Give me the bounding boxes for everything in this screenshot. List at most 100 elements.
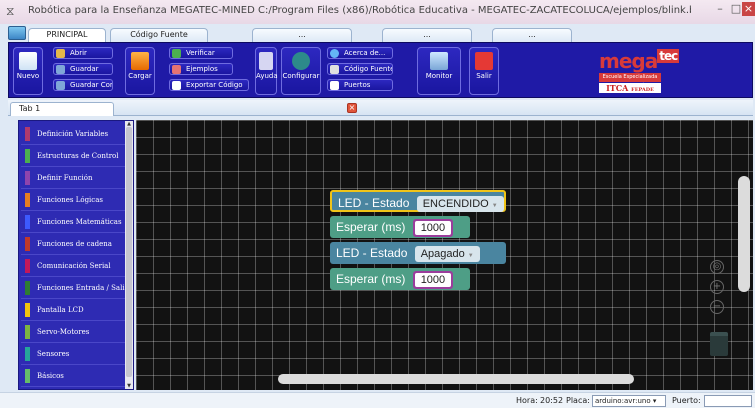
- led-state-dropdown[interactable]: ENCENDIDO ▼: [416, 196, 504, 212]
- block-workspace[interactable]: LED - Estado ENCENDIDO ▼ Esperar (ms) 100…: [136, 120, 753, 390]
- led-state-block[interactable]: LED - Estado Apagado ▼: [330, 242, 506, 264]
- verificar-label: Verificar: [186, 49, 215, 57]
- app-icon[interactable]: ⧖: [6, 4, 20, 18]
- abrir-label: Abrir: [70, 49, 87, 57]
- category-color-swatch: [25, 347, 30, 361]
- sidebar-scroll-thumb[interactable]: [126, 127, 132, 377]
- number-block[interactable]: 1000: [412, 218, 454, 237]
- open-folder-icon: [56, 49, 65, 58]
- minimize-icon[interactable]: –: [712, 2, 728, 16]
- led-state-dropdown[interactable]: Apagado ▼: [414, 246, 480, 262]
- megatec-logo: megatec Escuela Especializada en Ingenie…: [599, 49, 689, 93]
- puerto-label: Puerto:: [672, 396, 701, 405]
- puerto-input[interactable]: [704, 395, 752, 407]
- wait-block-label: Esperar (ms): [336, 272, 406, 286]
- logo-subtitle: Escuela Especializada en Ingeniería: [599, 73, 661, 89]
- chevron-down-icon: ▼: [467, 253, 474, 259]
- category-sensores[interactable]: Sensores: [21, 343, 125, 365]
- configurar-label: Configurar: [282, 72, 320, 80]
- category-comunicacion-serial[interactable]: Comunicación Serial: [21, 255, 125, 277]
- monitor-button[interactable]: Monitor: [417, 47, 461, 95]
- category-color-swatch: [25, 237, 30, 251]
- category-servo-motores[interactable]: Servo-Motores: [21, 321, 125, 343]
- logo-itca: ITCA FEPADE: [599, 83, 661, 93]
- ejemplos-button[interactable]: Ejemplos: [169, 63, 233, 75]
- code-icon: [330, 65, 339, 74]
- guardar-como-label: Guardar Como: [70, 81, 112, 89]
- ribbon-panel: Nuevo Abrir Guardar Guardar Como Cargar …: [8, 42, 753, 98]
- wait-block[interactable]: Esperar (ms) 1000: [330, 216, 470, 238]
- hora-label: Hora:: [516, 396, 538, 405]
- ayuda-label: Ayuda: [256, 72, 278, 80]
- close-icon[interactable]: ×: [742, 2, 755, 16]
- wait-ms-value[interactable]: 1000: [414, 220, 452, 235]
- info-icon: [330, 49, 339, 58]
- tab-principal[interactable]: PRINCIPAL: [28, 28, 106, 42]
- acerca-button[interactable]: Acerca de...: [327, 47, 393, 59]
- cargar-button[interactable]: Cargar: [125, 47, 155, 95]
- category-entrada-salida[interactable]: Funciones Entrada / Salida: [21, 277, 125, 299]
- export-icon: [172, 81, 181, 90]
- document-tabs: Tab 1 ×: [8, 100, 753, 116]
- codigo-fuente-label: Código Fuente: [344, 65, 393, 73]
- puertos-label: Puertos: [344, 81, 371, 89]
- category-basicos[interactable]: Básicos: [21, 365, 125, 387]
- block-categories: Definición Variables Estructuras de Cont…: [18, 120, 134, 390]
- acerca-label: Acerca de...: [344, 49, 386, 57]
- save-icon: [56, 65, 65, 74]
- guardar-como-button[interactable]: Guardar Como: [53, 79, 113, 91]
- gear-icon: [292, 52, 310, 70]
- led-block-label: LED - Estado: [338, 196, 410, 210]
- category-funciones-cadena[interactable]: Funciones de cadena: [21, 233, 125, 255]
- ayuda-button[interactable]: Ayuda: [255, 47, 278, 95]
- zoom-out-icon[interactable]: −: [710, 300, 724, 314]
- category-funciones-matematicas[interactable]: Funciones Matemáticas: [21, 211, 125, 233]
- category-color-swatch: [25, 171, 30, 185]
- sidebar-scrollbar[interactable]: ▲ ▼: [125, 121, 133, 389]
- nuevo-button[interactable]: Nuevo: [13, 47, 43, 95]
- zoom-in-icon[interactable]: +: [710, 280, 724, 294]
- codigo-fuente-button[interactable]: Código Fuente: [327, 63, 393, 75]
- category-color-swatch: [25, 127, 30, 141]
- led-state-block[interactable]: LED - Estado ENCENDIDO ▼: [330, 190, 506, 212]
- tab-placeholder-3[interactable]: ...: [492, 28, 572, 42]
- logo-mega: mega tec: [599, 49, 680, 73]
- puertos-button[interactable]: Puertos: [327, 79, 393, 91]
- tab-codigo-fuente[interactable]: Código Fuente: [110, 28, 208, 42]
- check-icon: [172, 49, 181, 58]
- tab-placeholder-1[interactable]: ...: [252, 28, 352, 42]
- category-color-swatch: [25, 281, 30, 295]
- category-funciones-logicas[interactable]: Funciones Lógicas: [21, 189, 125, 211]
- verificar-button[interactable]: Verificar: [169, 47, 233, 59]
- category-color-swatch: [25, 303, 30, 317]
- number-block[interactable]: 1000: [412, 270, 454, 289]
- workspace-horizontal-scrollbar[interactable]: [278, 374, 634, 384]
- wait-ms-value[interactable]: 1000: [414, 272, 452, 287]
- hora-value: 20:52: [540, 396, 564, 405]
- configurar-button[interactable]: Configurar: [281, 47, 321, 95]
- monitor-label: Monitor: [425, 72, 453, 80]
- close-tab-icon[interactable]: ×: [347, 103, 357, 113]
- category-definicion-variables[interactable]: Definición Variables: [21, 123, 125, 145]
- trash-icon[interactable]: [710, 332, 728, 356]
- home-icon[interactable]: [8, 26, 26, 40]
- category-pantalla-lcd[interactable]: Pantalla LCD: [21, 299, 125, 321]
- category-color-swatch: [25, 149, 30, 163]
- workspace-vertical-scrollbar[interactable]: [738, 176, 750, 292]
- scroll-down-icon[interactable]: ▼: [125, 383, 133, 389]
- wait-block[interactable]: Esperar (ms) 1000: [330, 268, 470, 290]
- guardar-label: Guardar: [70, 65, 99, 73]
- category-estructuras-control[interactable]: Estructuras de Control: [21, 145, 125, 167]
- tab-1[interactable]: Tab 1: [10, 102, 114, 116]
- exportar-button[interactable]: Exportar Código: [169, 79, 249, 91]
- zoom-reset-icon[interactable]: ◎: [710, 260, 724, 274]
- status-bar: Hora: 20:52 Placa: arduino:avr:uno ▾ Pue…: [0, 392, 755, 408]
- category-color-swatch: [25, 369, 30, 383]
- category-color-swatch: [25, 193, 30, 207]
- abrir-button[interactable]: Abrir: [53, 47, 113, 59]
- salir-button[interactable]: Salir: [469, 47, 499, 95]
- tab-placeholder-2[interactable]: ...: [382, 28, 472, 42]
- category-definir-funcion[interactable]: Definir Función: [21, 167, 125, 189]
- placa-select[interactable]: arduino:avr:uno ▾: [592, 395, 666, 407]
- guardar-button[interactable]: Guardar: [53, 63, 113, 75]
